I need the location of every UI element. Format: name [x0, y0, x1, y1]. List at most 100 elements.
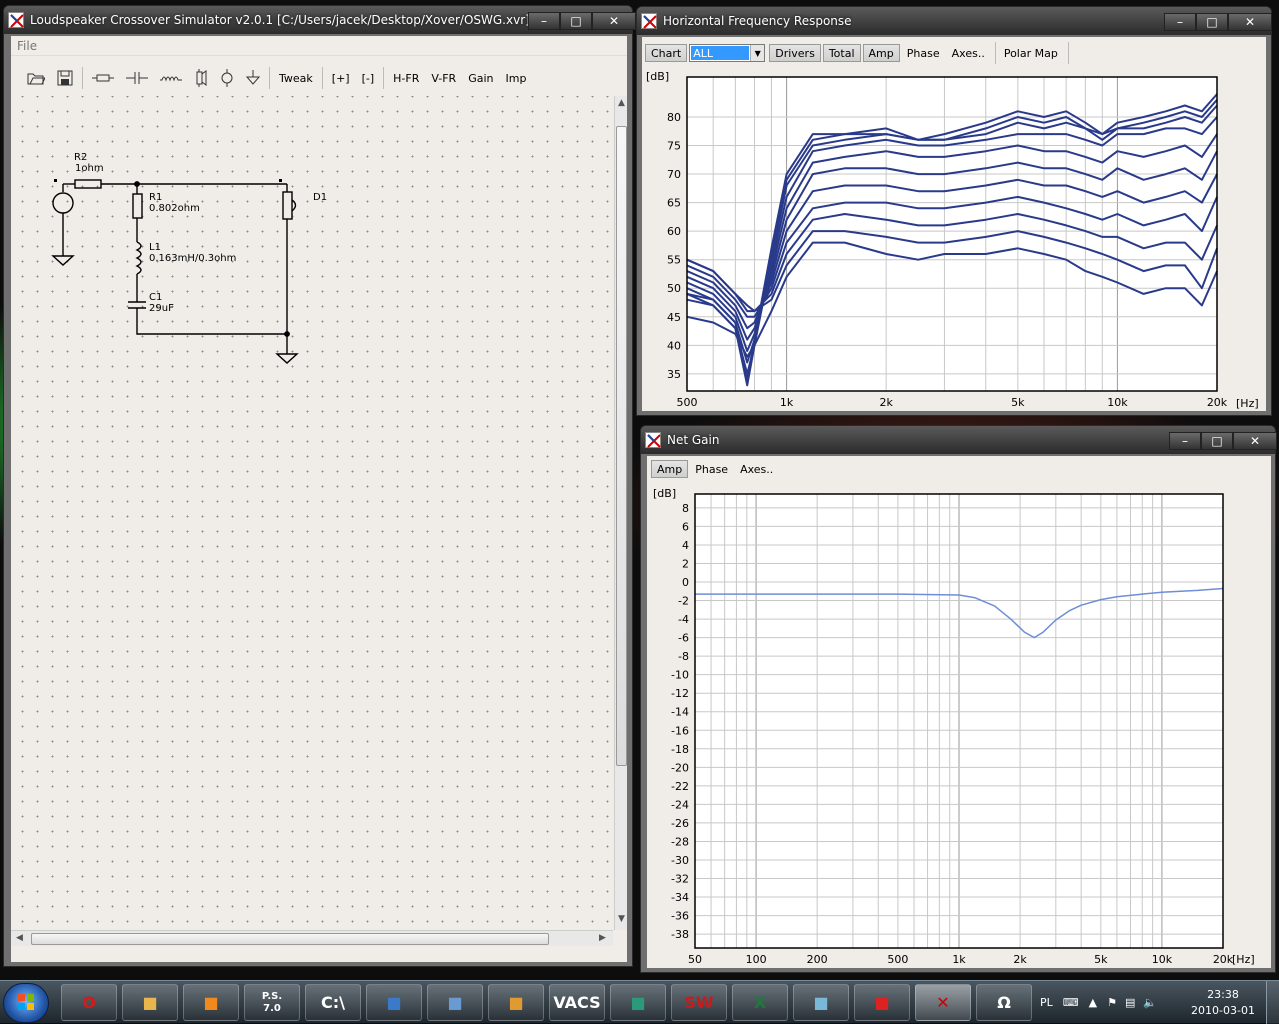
y-tick-label: 60 — [667, 225, 681, 238]
show-hidden-icons-icon[interactable]: ▲ — [1089, 996, 1097, 1009]
zoom-out-button[interactable]: [-] — [356, 67, 381, 89]
imp-button[interactable]: Imp — [500, 67, 533, 89]
taskbar-app-button[interactable]: Ω — [976, 984, 1032, 1021]
clock-time: 23:38 — [1207, 988, 1239, 1001]
start-button[interactable] — [3, 983, 49, 1023]
show-desktop-button[interactable] — [1266, 981, 1279, 1024]
scroll-right-icon[interactable]: ▶ — [599, 933, 606, 943]
y-tick-label: -8 — [678, 650, 689, 663]
clock[interactable]: 23:38 2010-03-01 — [1186, 987, 1260, 1019]
zoom-in-button[interactable]: [+] — [326, 67, 356, 89]
save-button[interactable] — [51, 67, 79, 89]
taskbar-app-button[interactable]: VACS — [549, 984, 605, 1021]
minimize-icon[interactable]: – — [528, 12, 560, 30]
volume-icon[interactable]: 🔈 — [1143, 996, 1157, 1009]
taskbar-app-button[interactable]: X — [732, 984, 788, 1021]
taskbar-app-button[interactable]: P.S. 7.0 — [244, 984, 300, 1021]
y-tick-label: -16 — [671, 724, 689, 737]
add-source-button[interactable] — [214, 67, 240, 89]
y-tick-label: 6 — [682, 520, 689, 533]
floppy-disk-icon — [57, 70, 73, 86]
taskbar-app-button[interactable]: O — [61, 984, 117, 1021]
gain-client: Amp Phase Axes.. [dB] [Hz] 8 6 4 2 0 -2 -4 -6 -8… — [647, 456, 1271, 968]
arc-app-icon: ■ — [630, 992, 646, 1012]
add-capacitor-button[interactable] — [120, 67, 154, 89]
x-tick-label: 10k — [1107, 396, 1128, 409]
hfr-window-title: Horizontal Frequency Response — [663, 14, 852, 28]
scroll-down-icon[interactable]: ▼ — [618, 914, 625, 924]
menu-file[interactable]: File — [17, 39, 37, 53]
horizontal-scrollbar[interactable]: ◀ ▶ — [11, 930, 613, 946]
open-button[interactable] — [21, 67, 51, 89]
y-tick-label: -6 — [678, 632, 689, 645]
language-indicator[interactable]: PL — [1040, 996, 1053, 1009]
y-tick-label: -36 — [671, 910, 689, 923]
maximize-icon[interactable]: □ — [1196, 13, 1228, 31]
x-tick-label: 50 — [688, 953, 702, 966]
hfr-button[interactable]: H-FR — [387, 67, 425, 89]
label-l1-name: L1 — [149, 242, 161, 253]
tweak-button[interactable]: Tweak — [273, 67, 319, 89]
y-tick-label: -18 — [671, 743, 689, 756]
taskbar-app-button[interactable]: ■ — [854, 984, 910, 1021]
label-c1-value: 29uF — [149, 303, 174, 314]
x-tick-label: 500 — [887, 953, 908, 966]
y-tick-label: -2 — [678, 595, 689, 608]
y-tick-label: -10 — [671, 669, 689, 682]
maximize-icon[interactable]: □ — [560, 12, 592, 30]
taskbar-app-button[interactable]: C:\ — [305, 984, 361, 1021]
add-ground-button[interactable] — [240, 67, 266, 89]
gain-window: Net Gain – □ ✕ Amp Phase Axes.. [dB] [Hz… — [640, 425, 1277, 973]
vertical-scroll-thumb[interactable] — [616, 126, 627, 766]
close-icon[interactable]: ✕ — [1233, 432, 1277, 450]
minimize-icon[interactable]: – — [1164, 13, 1196, 31]
maximize-icon[interactable]: □ — [1201, 432, 1233, 450]
add-driver-button[interactable] — [188, 67, 214, 89]
scroll-left-icon[interactable]: ◀ — [16, 933, 23, 943]
inductor-l1 — [135, 241, 142, 275]
schematic-canvas[interactable]: R2 1ohm R1 0.802ohm L1 0.163mH/0.3ohm C1… — [11, 96, 613, 930]
gain-button[interactable]: Gain — [462, 67, 499, 89]
label-r2-value: 1ohm — [75, 163, 104, 174]
label-r1-name: R1 — [149, 192, 163, 203]
taskbar-app-button[interactable]: ■ — [488, 984, 544, 1021]
y-tick-label: -4 — [678, 613, 689, 626]
taskbar-app-button[interactable]: ■ — [183, 984, 239, 1021]
taskbar-app-button[interactable]: ✕ — [915, 984, 971, 1021]
taskbar-app-button[interactable]: ■ — [427, 984, 483, 1021]
y-tick-label: -34 — [671, 891, 689, 904]
hfr-chart: 35 40 45 50 55 60 65 70 75 80 500 1k 2k 5k 10k 20k — [667, 76, 1228, 409]
close-icon[interactable]: ✕ — [1228, 13, 1272, 31]
minimize-icon[interactable]: – — [1169, 432, 1201, 450]
taskbar-app-button[interactable]: SW — [671, 984, 727, 1021]
taskbar: O ■ ■ P.S. 7.0 C:\ ■ ■ ■ VACS ■ SW X ■ ■ ✕ Ω PL ⌨ ▲ ⚑ ▤… — [0, 980, 1279, 1024]
horizontal-scroll-thumb[interactable] — [31, 933, 549, 945]
x-tick-label: 500 — [677, 396, 698, 409]
x-tick-label: 1k — [780, 396, 794, 409]
vfr-button[interactable]: V-FR — [425, 67, 462, 89]
x-tick-label: 5k — [1094, 953, 1108, 966]
taskbar-app-button[interactable]: ■ — [793, 984, 849, 1021]
y-tick-label: 70 — [667, 168, 681, 181]
pen-app-icon: ■ — [508, 992, 524, 1012]
y-tick-label: 4 — [682, 539, 689, 552]
label-c1-name: C1 — [149, 292, 163, 303]
y-tick-label: -30 — [671, 854, 689, 867]
gain-chart: 8 6 4 2 0 -2 -4 -6 -8 -10 -12 -14 -16 -18 -20 -22 -24 -26… — [671, 493, 1234, 966]
close-icon[interactable]: ✕ — [592, 12, 636, 30]
flag-icon[interactable]: ⚑ — [1107, 996, 1117, 1009]
add-resistor-button[interactable] — [86, 67, 120, 89]
taskbar-app-button[interactable]: ■ — [122, 984, 178, 1021]
vertical-scrollbar[interactable]: ▲ ▼ — [614, 96, 627, 930]
add-inductor-button[interactable] — [154, 67, 188, 89]
taskbar-app-button[interactable]: ■ — [610, 984, 666, 1021]
taskbar-app-button[interactable]: ■ — [366, 984, 422, 1021]
scroll-up-icon[interactable]: ▲ — [618, 98, 625, 108]
network-icon[interactable]: ▤ — [1125, 996, 1135, 1009]
refresh-app-icon: ■ — [874, 992, 890, 1012]
keyboard-icon[interactable]: ⌨ — [1063, 996, 1079, 1009]
main-window-title: Loudspeaker Crossover Simulator v2.0.1 [… — [30, 13, 530, 27]
inductor-icon — [160, 76, 182, 82]
y-tick-label: 55 — [667, 254, 681, 267]
windows-logo-icon — [18, 994, 34, 1010]
